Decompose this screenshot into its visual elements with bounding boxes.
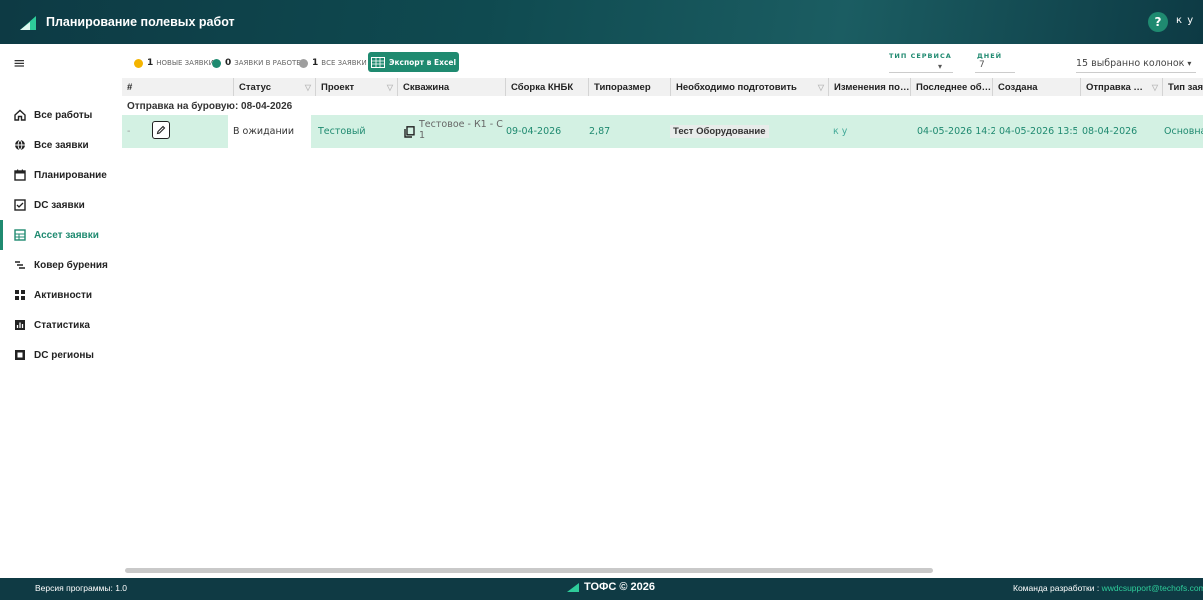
col-dispatch[interactable]: Отправка … ▽ (1080, 78, 1162, 96)
table-header: # Статус ▽ Проект ▽ Скважина Сборка КНБК Т… (122, 78, 1203, 96)
chart-icon (13, 259, 26, 272)
col-type[interactable]: Тип заяв (1162, 78, 1203, 96)
main-content: 1 НОВЫЕ ЗАЯВКИ 0 ЗАЯВКИ В РАБОТЕ 1 ВСЕ З… (122, 44, 1203, 578)
sidebar-item-planning[interactable]: Планирование (0, 160, 122, 190)
knbk-value: 09-04-2026 (506, 126, 562, 137)
service-type-select[interactable] (889, 72, 953, 73)
col-prepare[interactable]: Необходимо подготовить ▽ (670, 78, 828, 96)
brand-logo-icon (567, 583, 579, 592)
created-value: 04-05-2026 13:56 (999, 126, 1077, 137)
prepare-value: Тест Оборудование (670, 115, 826, 148)
columns-underline (1076, 72, 1196, 73)
col-last-update[interactable]: Последнее об… (910, 78, 992, 96)
sidebar-item-activities[interactable]: Активности (0, 280, 122, 310)
in-progress-status-dot (212, 58, 221, 68)
legend-new: 1 НОВЫЕ ЗАЯВКИ (134, 58, 214, 68)
status-value: В ожидании (233, 126, 295, 137)
footer-brand: ТОФС © 2026 (566, 581, 655, 593)
toolbar: 1 НОВЫЕ ЗАЯВКИ 0 ЗАЯВКИ В РАБОТЕ 1 ВСЕ З… (122, 44, 1203, 78)
support-email-link[interactable]: wwdcsupport@techofs.com (1102, 583, 1203, 593)
col-status[interactable]: Статус ▽ (233, 78, 315, 96)
user-initials[interactable]: к у (1176, 15, 1194, 26)
row-num: - (127, 126, 131, 137)
legend-in-progress: 0 ЗАЯВКИ В РАБОТЕ (212, 58, 301, 68)
region-icon (13, 349, 26, 362)
all-status-dot (299, 58, 308, 68)
home-icon (13, 109, 26, 122)
col-created[interactable]: Создана (992, 78, 1075, 96)
col-well[interactable]: Скважина (397, 78, 505, 96)
table-icon (370, 56, 385, 68)
sidebar-item-all-requests[interactable]: Все заявки (0, 130, 122, 160)
col-changed-by[interactable]: Изменения по… (828, 78, 910, 96)
type-value: Основна (1164, 126, 1203, 137)
service-type-label: ТИП СЕРВИСА (889, 52, 952, 60)
edit-button[interactable] (152, 121, 170, 139)
size-value: 2,87 (589, 126, 611, 137)
chevron-down-icon[interactable]: ▾ (938, 62, 942, 71)
horizontal-scrollbar[interactable] (125, 568, 933, 573)
checklist-icon (13, 199, 26, 212)
app-logo-icon (20, 16, 36, 30)
days-label: ДНЕЙ (977, 52, 1003, 60)
col-project[interactable]: Проект ▽ (315, 78, 397, 96)
changed-by-value: к у (833, 126, 848, 137)
stats-icon (13, 319, 26, 332)
globe-icon (13, 139, 26, 152)
days-underline (975, 72, 1015, 73)
last-update-value: 04-05-2026 14:27 (917, 126, 995, 137)
sidebar-item-statistics[interactable]: Статистика (0, 310, 122, 340)
version-text: Версия программы: 1.0 (35, 583, 128, 593)
calendar-icon (13, 169, 26, 182)
new-status-dot (134, 58, 143, 68)
top-bar: Планирование полевых работ ? к у (0, 0, 1203, 44)
filter-icon[interactable]: ▽ (305, 83, 311, 92)
legend-all: 1 ВСЕ ЗАЯВКИ (299, 58, 367, 68)
grid-icon (13, 229, 26, 242)
filter-icon[interactable]: ▽ (1152, 83, 1158, 92)
project-value: Тестовый (318, 126, 366, 137)
sidebar-item-all-works[interactable]: Все работы (0, 100, 122, 130)
group-header[interactable]: Отправка на буровую: 08-04-2026 (122, 97, 1203, 115)
well-value: Тестовое - К1 - С 1 (419, 119, 503, 141)
filter-icon[interactable]: ▽ (818, 83, 824, 92)
filter-icon[interactable]: ▽ (387, 83, 393, 92)
days-input[interactable]: 7 (979, 60, 985, 70)
sidebar-item-dc-requests[interactable]: DC заявки (0, 190, 122, 220)
columns-select[interactable]: 15 выбранно колонок ▾ (1076, 58, 1191, 69)
chevron-down-icon: ▾ (1187, 59, 1192, 68)
footer: Версия программы: 1.0 ТОФС © 2026 Команд… (0, 578, 1203, 600)
export-excel-button[interactable]: Экспорт в Excel (368, 52, 459, 72)
sidebar-item-asset-requests[interactable]: Ассет заявки (0, 220, 122, 250)
sidebar: ≡ Все работы Все заявки Планирование DC … (0, 44, 122, 578)
team-credit: Команда разработки : wwdcsupport@techofs… (1013, 583, 1203, 593)
apps-icon (13, 289, 26, 302)
help-icon[interactable]: ? (1148, 12, 1168, 32)
menu-icon[interactable]: ≡ (13, 54, 26, 72)
sidebar-item-dc-regions[interactable]: DC регионы (0, 340, 122, 370)
pencil-icon (156, 125, 166, 135)
copy-icon[interactable] (404, 115, 416, 148)
dispatch-value: 08-04-2026 (1082, 126, 1138, 137)
sidebar-item-drilling-carpet[interactable]: Ковер бурения (0, 250, 122, 280)
app-title: Планирование полевых работ (46, 15, 235, 29)
col-num[interactable]: # (122, 78, 152, 96)
col-size[interactable]: Типоразмер (588, 78, 670, 96)
col-knbk[interactable]: Сборка КНБК (505, 78, 588, 96)
table-row[interactable]: - В ожидании Тестовый Тестовое - К1 - С … (122, 115, 1203, 148)
